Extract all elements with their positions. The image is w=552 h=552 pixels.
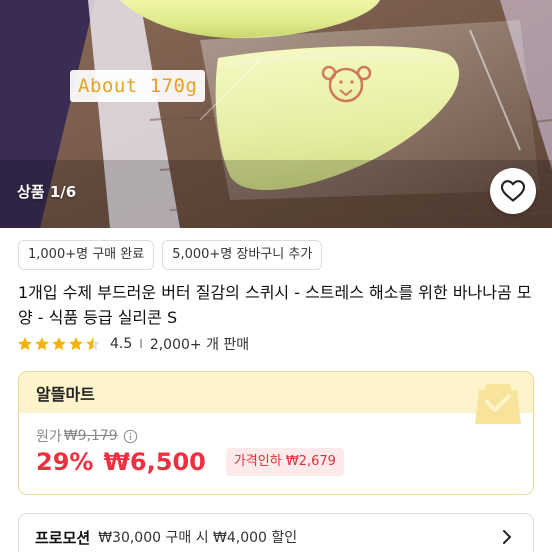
product-image-gallery[interactable]: About 170g 상품 1/6 [0,0,552,228]
half-star-icon [86,337,100,351]
sale-price: ₩6,500 [103,448,206,476]
product-photo [0,0,552,228]
star-rating [17,336,101,352]
rating-value: 4.5 [110,336,133,352]
price-card: 알뜰마트 원가 ₩9,179 29% ₩6,500 가격인하 ₩2,679 [18,371,534,495]
favorite-button[interactable] [490,168,536,214]
info-circle-icon[interactable] [123,429,138,444]
store-name: 알뜰마트 [36,385,95,404]
sold-count: 2,000+ 개 판매 [149,337,250,353]
price-card-header: 알뜰마트 [19,372,533,424]
promotion-text: ₩30,000 구매 시 ₩4,000 할인 [98,530,298,546]
shopping-bag-icon [475,384,521,424]
heart-outline-icon [500,180,526,202]
discount-rate: 29% [36,448,94,476]
star-icon [69,337,83,351]
weight-label: About 170g [70,70,206,102]
rating-divider: I [139,337,143,351]
star-icon [35,337,49,351]
rating-row[interactable]: 4.5 I 2,000+ 개 판매 [17,334,249,354]
chevron-right-icon[interactable] [499,528,515,546]
star-icon [52,337,66,351]
sale-price-row: 29% ₩6,500 가격인하 ₩2,679 [36,448,344,476]
original-price-row: 원가 ₩9,179 [36,426,138,446]
purchase-count-badge: 1,000+명 구매 완료 [18,240,155,270]
promotion-tag: 프로모션 [35,528,91,547]
original-price-label: 원가 [36,429,62,445]
cart-count-badge: 5,000+명 장바구니 추가 [162,240,323,270]
price-cut-badge: 가격인하 ₩2,679 [225,448,344,476]
product-title: 1개입 수제 부드러운 버터 질감의 스퀴시 - 스트레스 해소를 위한 바나나… [18,283,532,327]
star-icon [18,337,32,351]
promotion-row[interactable]: 프로모션 ₩30,000 구매 시 ₩4,000 할인 [18,513,534,552]
original-price: ₩9,179 [63,428,118,444]
image-counter: 상품 1/6 [17,183,77,201]
social-proof-badges: 1,000+명 구매 완료 5,000+명 장바구니 추가 [18,240,323,270]
